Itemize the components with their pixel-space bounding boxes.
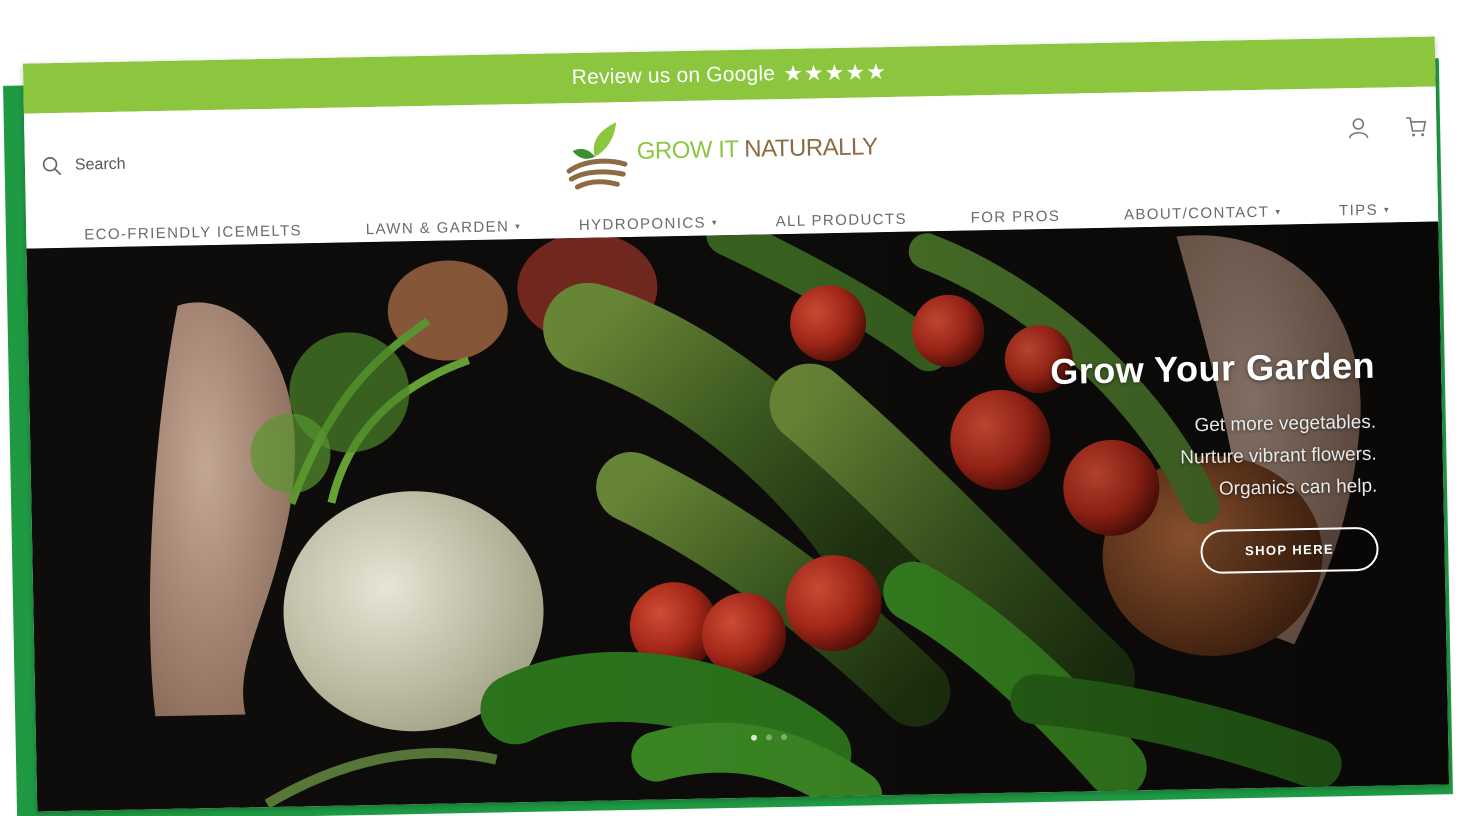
- nav-item-for-pros[interactable]: FOR PROS: [971, 207, 1067, 226]
- user-icon[interactable]: [1346, 116, 1370, 140]
- promo-text[interactable]: Review us on Google: [572, 62, 776, 90]
- site-header: Search GROW IT NATURALLY ECO-FRIENDLY IC…: [23, 86, 1439, 249]
- hero-subtitle: Get more vegetables. Nurture vibrant flo…: [1051, 407, 1378, 509]
- site-logo[interactable]: GROW IT NATURALLY: [564, 109, 878, 191]
- search-label[interactable]: Search: [75, 156, 126, 175]
- search-icon: [42, 157, 62, 176]
- chevron-down-icon: ▾: [515, 220, 522, 231]
- logo-text: GROW IT NATURALLY: [636, 133, 877, 166]
- slider-dot[interactable]: [750, 734, 758, 741]
- nav-item-lawn-garden[interactable]: LAWN & GARDEN ▾: [366, 218, 522, 238]
- hero-banner[interactable]: Grow Your Garden Get more vegetables. Nu…: [26, 221, 1450, 812]
- sprout-logo-icon: [566, 122, 628, 190]
- cart-icon[interactable]: [1404, 115, 1428, 139]
- website-screenshot: Review us on Google ★★★★★ Search GROW IT…: [22, 36, 1450, 812]
- star-rating-icon: ★★★★★: [782, 59, 888, 87]
- search-field[interactable]: Search: [41, 154, 126, 178]
- nav-item-about-contact[interactable]: ABOUT/CONTACT ▾: [1124, 203, 1282, 223]
- nav-item-eco-friendly-icemelts[interactable]: ECO-FRIENDLY ICEMELTS: [84, 222, 308, 243]
- logo-naturally-text: NATURALLY: [744, 133, 878, 163]
- slider-dot[interactable]: [765, 734, 773, 741]
- slider-dot[interactable]: [780, 734, 788, 741]
- hero-line: Organics can help.: [1218, 475, 1378, 500]
- chevron-down-icon: ▾: [1383, 203, 1391, 215]
- hero-copy: Grow Your Garden Get more vegetables. Nu…: [1050, 345, 1379, 577]
- hero-title: Grow Your Garden: [1049, 344, 1376, 392]
- header-actions: [1346, 115, 1428, 141]
- logo-grow-text: GROW IT: [636, 135, 739, 165]
- nav-item-tips[interactable]: TIPS ▾: [1339, 201, 1390, 219]
- shop-here-button[interactable]: SHOP HERE: [1200, 526, 1379, 575]
- nav-item-all-products[interactable]: ALL PRODUCTS: [775, 210, 913, 230]
- chevron-down-icon: ▾: [711, 216, 718, 227]
- chevron-down-icon: ▾: [1275, 205, 1282, 217]
- slider-dots: [750, 734, 788, 741]
- nav-item-hydroponics[interactable]: HYDROPONICS ▾: [579, 214, 718, 233]
